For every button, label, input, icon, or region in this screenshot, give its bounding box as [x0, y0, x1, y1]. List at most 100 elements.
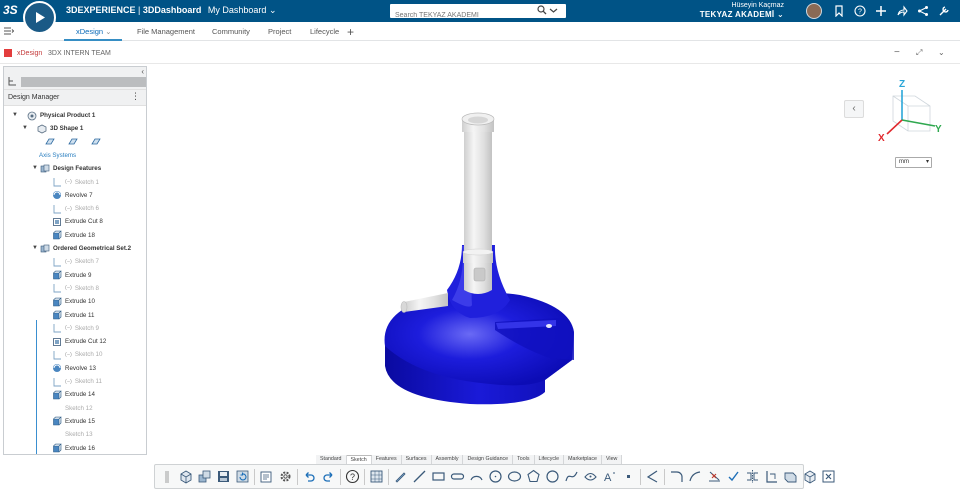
tag-filter-icon[interactable] [549, 6, 558, 15]
bookmark-icon[interactable] [832, 4, 846, 18]
tree-node[interactable]: Ordered Geometrical Set.2 [39, 243, 131, 254]
collapse-compass-button[interactable]: ‹ [844, 100, 864, 118]
refresh-icon[interactable] [233, 467, 252, 486]
tree-node[interactable]: Revolve 13 [51, 363, 96, 374]
expand-arrow-icon[interactable]: ▼ [32, 165, 38, 171]
sketch-pen-icon[interactable] [391, 467, 410, 486]
more-options-icon[interactable]: ⋮ [131, 91, 140, 102]
tree-node[interactable]: Extrude 9 [51, 270, 91, 281]
redo-icon[interactable] [319, 467, 338, 486]
text-icon[interactable]: A [600, 467, 619, 486]
tab-file-management[interactable]: File Management [137, 27, 195, 36]
action-tab-standard[interactable]: Standard [316, 455, 347, 464]
box-icon[interactable] [781, 467, 800, 486]
add-icon[interactable] [874, 4, 888, 18]
bunsen-burner-model[interactable] [150, 66, 960, 455]
ellipse-icon[interactable] [505, 467, 524, 486]
offset-icon[interactable] [643, 467, 662, 486]
tools-icon[interactable] [937, 4, 951, 18]
unit-selector[interactable]: mm ▾ [895, 157, 932, 168]
action-tab-sketch[interactable]: Sketch [346, 455, 372, 464]
toolbar-grip-icon[interactable] [157, 467, 176, 486]
tree-node[interactable]: (−) Sketch 9 [51, 323, 99, 334]
save-icon[interactable] [214, 467, 233, 486]
chamfer-icon[interactable] [686, 467, 705, 486]
tree-node[interactable]: Physical Product 1 [26, 110, 95, 121]
constraint-icon[interactable] [724, 467, 743, 486]
collapse-panel-icon[interactable]: ‹ [141, 67, 144, 76]
action-tab-tools[interactable]: Tools [513, 455, 535, 464]
tree-node[interactable]: Sketch 13 [51, 429, 93, 440]
plane-icon[interactable] [44, 137, 55, 148]
tree-node[interactable]: Revolve 7 [51, 190, 93, 201]
tree-node[interactable]: Extrude 10 [51, 296, 95, 307]
tree-icon[interactable] [8, 77, 17, 86]
arc-icon[interactable] [467, 467, 486, 486]
tree-node[interactable]: (−) Sketch 7 [51, 256, 99, 267]
tree-node[interactable]: 3D Shape 1 [36, 123, 83, 134]
axis-triad[interactable]: Z Y X [875, 76, 945, 146]
compass-button[interactable] [23, 1, 56, 34]
action-tab-assembly[interactable]: Assembly [431, 455, 464, 464]
tree-node[interactable]: (−) Sketch 8 [51, 283, 99, 294]
point-icon[interactable] [619, 467, 638, 486]
question-icon[interactable]: ? [853, 4, 867, 18]
plane-icon[interactable] [67, 137, 78, 148]
new-part-icon[interactable] [176, 467, 195, 486]
slot-icon[interactable] [448, 467, 467, 486]
polygon-icon[interactable] [524, 467, 543, 486]
rectangle-icon[interactable] [429, 467, 448, 486]
tab-community[interactable]: Community [212, 27, 250, 36]
share-icon[interactable] [895, 4, 909, 18]
search-icon[interactable] [537, 5, 547, 15]
tab-project[interactable]: Project [268, 27, 291, 36]
expand-arrow-icon[interactable]: ▼ [22, 125, 28, 131]
dashboard-selector[interactable]: My Dashboard [208, 5, 267, 15]
properties-icon[interactable] [257, 467, 276, 486]
line-icon[interactable] [410, 467, 429, 486]
action-tab-view[interactable]: View [601, 455, 623, 464]
tree-node[interactable]: Sketch 12 [51, 403, 93, 414]
plane-icon[interactable] [90, 137, 101, 148]
menu-icon[interactable] [4, 26, 14, 36]
help-icon[interactable]: ? [343, 467, 362, 486]
tree-node[interactable]: Extrude Cut 8 [51, 216, 103, 227]
sketch-grid-icon[interactable] [367, 467, 386, 486]
solid-icon[interactable] [800, 467, 819, 486]
avatar[interactable] [806, 3, 822, 19]
tree-node[interactable]: Design Features [39, 163, 101, 174]
tree-node[interactable]: Extrude 18 [51, 230, 95, 241]
user-menu[interactable]: Hüseyin Kaçmaz TEKYAZ AKADEMİ ⌄ [700, 1, 784, 19]
tree-node[interactable]: (−) Sketch 10 [51, 349, 102, 360]
fillet-icon[interactable] [667, 467, 686, 486]
tree-node[interactable]: Extrude 15 [51, 416, 95, 427]
action-tab-design-guidance[interactable]: Design Guidance [463, 455, 514, 464]
search-box[interactable] [390, 4, 566, 23]
chevron-down-icon[interactable]: ⌄ [938, 48, 945, 57]
tree-node[interactable]: Extrude 16 [51, 443, 95, 454]
add-tab-icon[interactable]: + [347, 25, 354, 39]
tree-node[interactable]: (−) Sketch 6 [51, 203, 99, 214]
tree-node[interactable]: (−) Sketch 1 [51, 177, 99, 188]
maximize-icon[interactable]: ⤢ [916, 48, 922, 58]
action-tab-features[interactable]: Features [371, 455, 402, 464]
tab-lifecycle[interactable]: Lifecycle [310, 27, 339, 36]
trim-icon[interactable] [705, 467, 724, 486]
settings-gear-icon[interactable] [276, 467, 295, 486]
assembly-icon[interactable] [195, 467, 214, 486]
expand-arrow-icon[interactable]: ▼ [32, 245, 38, 251]
circle-icon[interactable] [486, 467, 505, 486]
action-tab-surfaces[interactable]: Surfaces [401, 455, 432, 464]
circle-three-point-icon[interactable] [543, 467, 562, 486]
spline-icon[interactable] [562, 467, 581, 486]
expand-arrow-icon[interactable]: ▼ [12, 112, 18, 118]
tree-node[interactable]: Extrude 14 [51, 389, 95, 400]
project-icon[interactable] [762, 467, 781, 486]
chevron-down-icon[interactable]: ⌄ [269, 5, 277, 15]
minimize-icon[interactable]: − [894, 47, 900, 58]
tree-node[interactable]: Extrude 11 [51, 310, 94, 321]
conic-icon[interactable] [581, 467, 600, 486]
sketch-exit-icon[interactable] [819, 467, 838, 486]
tree-node[interactable]: (−) Sketch 11 [51, 376, 102, 387]
mirror-icon[interactable] [743, 467, 762, 486]
